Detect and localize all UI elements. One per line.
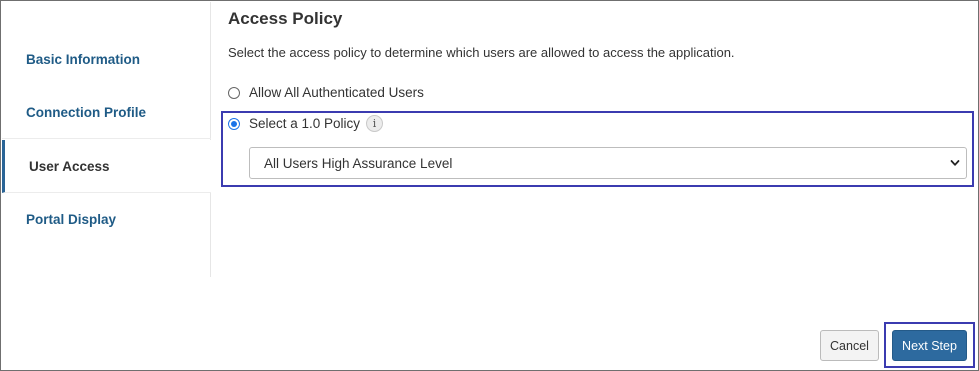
- wizard-sidebar: Basic Information Connection Profile Use…: [2, 2, 211, 277]
- sidebar-item-label: User Access: [29, 158, 110, 174]
- cancel-button[interactable]: Cancel: [820, 330, 879, 361]
- policy-select[interactable]: All Users High Assurance Level: [249, 147, 967, 179]
- sidebar-item-label: Connection Profile: [26, 104, 147, 120]
- sidebar-item-label: Basic Information: [26, 52, 141, 67]
- option-label: Allow All Authenticated Users: [249, 85, 424, 100]
- sidebar-item-user-access[interactable]: User Access: [2, 140, 211, 193]
- policy-select-value: All Users High Assurance Level: [264, 155, 453, 171]
- radio-allow-all[interactable]: [228, 86, 240, 99]
- option-select-policy[interactable]: Select a 1.0 Policy i: [228, 115, 384, 132]
- sidebar-item-portal-display[interactable]: Portal Display: [2, 193, 211, 246]
- radio-select-policy[interactable]: [228, 117, 240, 130]
- option-label: Select a 1.0 Policy: [249, 116, 361, 131]
- sidebar-item-basic-information[interactable]: Basic Information: [2, 33, 211, 86]
- sidebar-item-connection-profile[interactable]: Connection Profile: [2, 86, 211, 139]
- chevron-down-icon: [950, 160, 960, 166]
- option-allow-all-authenticated[interactable]: Allow All Authenticated Users: [228, 85, 424, 100]
- next-step-button[interactable]: Next Step: [892, 330, 967, 361]
- page-description: Select the access policy to determine wh…: [228, 45, 735, 60]
- info-icon[interactable]: i: [366, 115, 384, 132]
- window-frame: Basic Information Connection Profile Use…: [0, 0, 979, 371]
- sidebar-item-label: Portal Display: [26, 212, 117, 227]
- page-title: Access Policy: [228, 9, 343, 28]
